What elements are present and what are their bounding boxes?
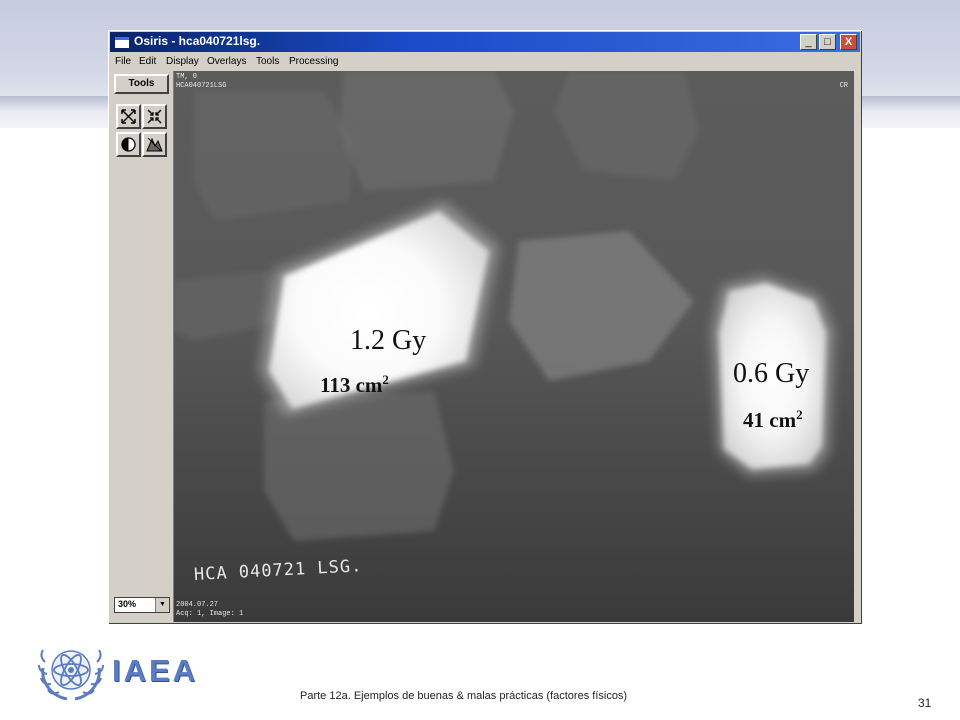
left-field-area-exp: 2 [382,372,389,387]
menu-bar: File Edit Display Overlays Tools Process… [110,53,860,70]
left-field-dose: 1.2 Gy [350,325,427,356]
tool-panel: Tools 30% ▼ [110,71,174,622]
overlay-date: 2004.07.27 [176,601,219,609]
page-number: 31 [918,696,932,710]
overlay-cr: CR [839,82,848,90]
close-button[interactable]: X [840,34,857,50]
image-viewer[interactable]: TM, 0 HCA040721LSG CR 2004.07.27 Acq: 1,… [174,71,854,622]
zoom-in-icon [147,109,162,124]
histogram-button[interactable] [142,132,167,157]
contrast-icon [121,137,136,152]
zoom-in-button[interactable] [142,104,167,129]
window-title: Osiris - hca040721lsg. [134,34,261,48]
title-bar[interactable]: Osiris - hca040721lsg. _ □ X [110,32,860,52]
zoom-select[interactable]: 30% ▼ [114,597,170,613]
right-field-area-value: 41 cm [743,408,797,432]
menu-tools[interactable]: Tools [256,56,279,67]
menu-display[interactable]: Display [166,56,199,67]
left-field-area-value: 113 cm [320,373,383,397]
left-field-area: 113 cm2 [320,372,389,398]
tools-button[interactable]: Tools [114,74,169,94]
slide-footer: Parte 12a. Ejemplos de buenas & malas pr… [300,690,628,702]
right-field-area-exp: 2 [796,407,803,422]
overlay-patient-id: HCA040721LSG [176,82,227,90]
portal-image [174,71,854,622]
minimize-button[interactable]: _ [800,34,817,50]
zoom-fit-icon [121,109,136,124]
zoom-fit-button[interactable] [116,104,141,129]
menu-overlays[interactable]: Overlays [207,56,246,67]
maximize-button[interactable]: □ [819,34,836,50]
right-field-dose: 0.6 Gy [733,358,810,389]
osiris-window: Osiris - hca040721lsg. _ □ X File Edit D… [108,30,862,624]
menu-edit[interactable]: Edit [139,56,156,67]
histogram-icon [146,137,163,152]
menu-file[interactable]: File [115,56,131,67]
vertical-scrollbar[interactable] [854,71,860,622]
app-icon [114,36,130,49]
overlay-acq: Acq: 1, Image: 1 [176,610,244,618]
contrast-button[interactable] [116,132,141,157]
zoom-value: 30% [118,599,137,609]
overlay-modality: TM, 0 [176,73,198,81]
iaea-logo-text: IAEA [112,653,199,688]
menu-processing[interactable]: Processing [289,56,338,67]
right-field-area: 41 cm2 [743,407,803,433]
chevron-down-icon[interactable]: ▼ [155,598,169,612]
